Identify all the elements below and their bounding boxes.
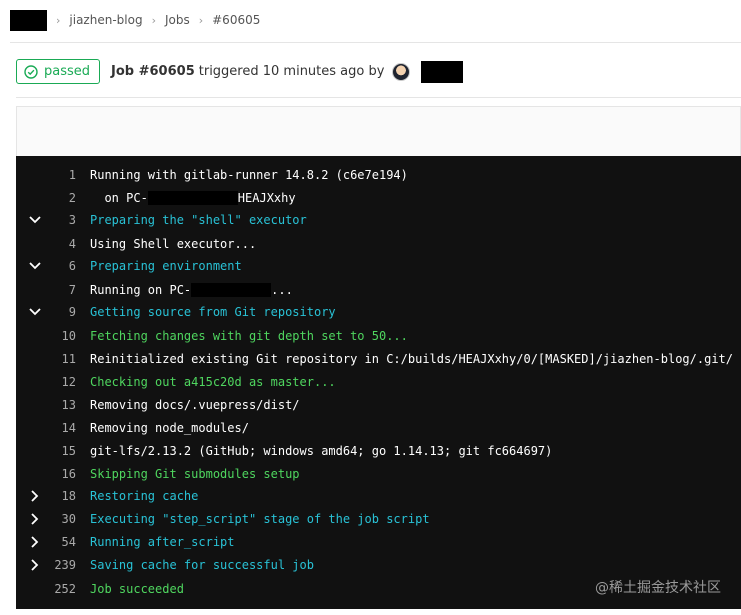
log-text: Saving cache for successful job	[90, 558, 314, 572]
line-number[interactable]: 2	[42, 191, 76, 205]
job-header: passed Job #60605 triggered 10 minutes a…	[16, 58, 464, 85]
redacted-group-name	[10, 9, 47, 31]
log-text: Running after_script	[90, 535, 235, 549]
log-top-bar	[16, 106, 741, 156]
log-line: 10 Fetching changes with git depth set t…	[16, 325, 741, 347]
log-text: Checking out a415c20d as master...	[90, 375, 336, 389]
chevron-right-icon[interactable]	[28, 488, 42, 504]
log-text: Removing docs/.vuepress/dist/	[90, 398, 300, 412]
log-text-part: on PC-	[90, 190, 148, 205]
log-text: Getting source from Git repository	[90, 305, 336, 319]
chevron-right-icon[interactable]	[28, 557, 42, 573]
job-header-divider	[16, 97, 741, 98]
line-number[interactable]: 30	[42, 512, 76, 526]
check-circle-icon	[24, 64, 38, 79]
status-label: passed	[44, 64, 91, 79]
redacted-hostname	[191, 283, 272, 298]
log-text-part: HEAJXxhy	[237, 190, 296, 205]
line-number[interactable]: 6	[42, 259, 76, 273]
line-number[interactable]: 54	[42, 535, 76, 549]
line-number[interactable]: 14	[42, 421, 76, 435]
line-number[interactable]: 9	[42, 305, 76, 319]
log-section-header[interactable]: 6 Preparing environment	[16, 255, 741, 277]
chevron-right-icon[interactable]	[28, 534, 42, 550]
breadcrumb-jobs-link[interactable]: Jobs	[165, 13, 190, 27]
log-text: Preparing environment	[90, 259, 242, 273]
line-number[interactable]: 10	[42, 329, 76, 343]
status-badge[interactable]: passed	[16, 59, 101, 84]
log-line: 13 Removing docs/.vuepress/dist/	[16, 394, 741, 416]
log-line: 1 Running with gitlab-runner 14.8.2 (c6e…	[16, 164, 741, 186]
log-line: 15 git-lfs/2.13.2 (GitHub; windows amd64…	[16, 440, 741, 462]
log-text: Fetching changes with git depth set to 5…	[90, 329, 408, 343]
line-number[interactable]: 18	[42, 489, 76, 503]
line-number[interactable]: 12	[42, 375, 76, 389]
log-line: 14 Removing node_modules/	[16, 417, 741, 439]
log-text-part: ...	[271, 282, 293, 297]
log-text: Skipping Git submodules setup	[90, 467, 300, 481]
log-line: 7 Running on PC-...	[16, 279, 741, 301]
log-text: Using Shell executor...	[90, 237, 257, 251]
line-number[interactable]: 15	[42, 444, 76, 458]
log-section-header[interactable]: 3 Preparing the "shell" executor	[16, 209, 741, 231]
line-number[interactable]: 239	[42, 558, 76, 572]
breadcrumb: › jiazhen-blog › Jobs › #60605	[10, 9, 260, 31]
log-line: 11 Reinitialized existing Git repository…	[16, 348, 741, 370]
log-text: git-lfs/2.13.2 (GitHub; windows amd64; g…	[90, 444, 553, 458]
redacted-hostname	[147, 191, 238, 206]
line-number[interactable]: 1	[42, 168, 76, 182]
chevron-down-icon[interactable]	[28, 258, 42, 274]
line-number[interactable]: 7	[42, 283, 76, 297]
chevron-down-icon[interactable]	[28, 304, 42, 320]
log-line: 12 Checking out a415c20d as master...	[16, 371, 741, 393]
log-text: Removing node_modules/	[90, 421, 249, 435]
log-section-header[interactable]: 9 Getting source from Git repository	[16, 301, 741, 323]
header-divider	[10, 42, 741, 43]
job-title: Job #60605	[111, 64, 195, 79]
watermark: @稀土掘金技术社区	[595, 580, 721, 596]
log-section-header[interactable]: 18 Restoring cache	[16, 485, 741, 507]
breadcrumb-separator: ›	[151, 13, 156, 27]
log-text: Job succeeded	[90, 582, 184, 596]
chevron-down-icon[interactable]	[28, 212, 42, 228]
redacted-username	[421, 60, 464, 83]
user-avatar[interactable]	[392, 62, 411, 81]
job-log: 1 Running with gitlab-runner 14.8.2 (c6e…	[16, 156, 741, 609]
line-number[interactable]: 13	[42, 398, 76, 412]
log-section-header[interactable]: 30 Executing "step_script" stage of the …	[16, 508, 741, 530]
line-number[interactable]: 3	[42, 213, 76, 227]
log-text: Restoring cache	[90, 489, 199, 503]
breadcrumb-job-link[interactable]: #60605	[212, 13, 260, 27]
breadcrumb-project-link[interactable]: jiazhen-blog	[69, 13, 142, 27]
log-text: on PC- HEAJXxhy	[90, 191, 296, 206]
log-text: Running with gitlab-runner 14.8.2 (c6e7e…	[90, 168, 408, 182]
log-text: Preparing the "shell" executor	[90, 213, 307, 227]
log-text-part: Running on PC-	[90, 282, 192, 297]
chevron-right-icon[interactable]	[28, 511, 42, 527]
log-section-header[interactable]: 54 Running after_script	[16, 531, 741, 553]
log-line: 2 on PC- HEAJXxhy	[16, 187, 741, 209]
log-line: 4 Using Shell executor...	[16, 233, 741, 255]
log-text: Running on PC-...	[90, 283, 293, 298]
line-number[interactable]: 4	[42, 237, 76, 251]
log-section-header[interactable]: 239 Saving cache for successful job	[16, 554, 741, 576]
breadcrumb-separator: ›	[198, 13, 204, 27]
log-text: Executing "step_script" stage of the job…	[90, 512, 430, 526]
log-line: 16 Skipping Git submodules setup	[16, 463, 741, 485]
job-triggered-text: triggered 10 minutes ago by	[198, 64, 385, 79]
log-text: Reinitialized existing Git repository in…	[90, 352, 733, 366]
breadcrumb-separator: ›	[56, 13, 61, 27]
line-number[interactable]: 16	[42, 467, 76, 481]
line-number[interactable]: 11	[42, 352, 76, 366]
line-number[interactable]: 252	[42, 582, 76, 596]
